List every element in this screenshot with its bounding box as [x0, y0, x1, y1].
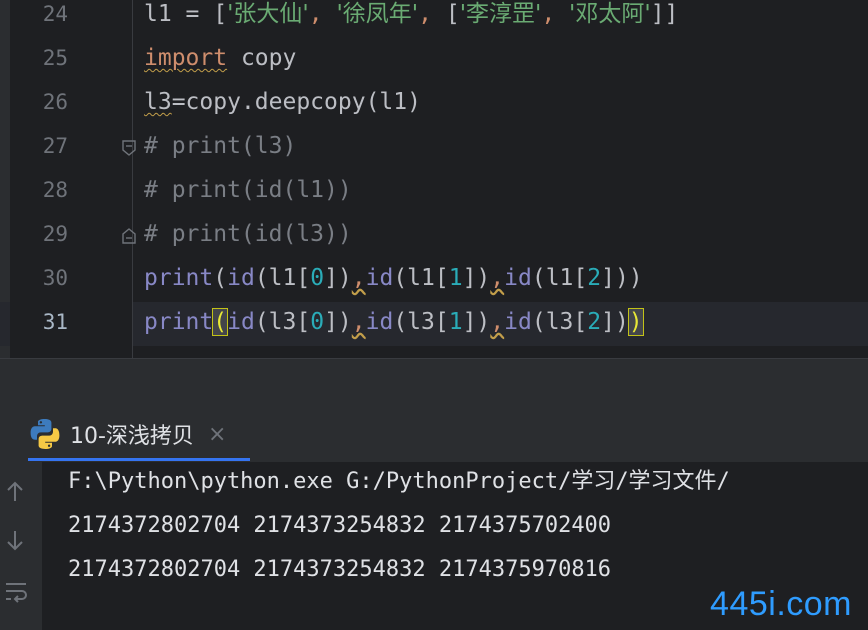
line-number: 30	[42, 266, 68, 290]
code-line-29: # print(id(l3))	[144, 221, 352, 247]
bracket-token: ]]	[650, 1, 679, 27]
line-number: 25	[42, 46, 68, 70]
variable-token: l3	[144, 89, 172, 115]
line-number: 27	[42, 134, 68, 158]
console-output-line: 2174372802704 2174373254832 217437597081…	[68, 557, 612, 582]
line-number-current: 31	[42, 310, 68, 334]
builtin-token: print	[144, 265, 214, 291]
builtin-token: id	[227, 265, 255, 291]
paren-token: ])	[601, 309, 629, 335]
index-expr-token: (l1[	[531, 265, 588, 291]
number-token: 0	[310, 265, 325, 291]
builtin-token: id	[504, 309, 532, 335]
index-expr-token: (l3[	[254, 309, 311, 335]
paren-token: ])	[324, 265, 352, 291]
number-token: 2	[587, 309, 602, 335]
code-line-26: l3=copy.deepcopy(l1)	[144, 84, 421, 128]
string-token: '邓太阿'	[569, 1, 651, 27]
paren-token: ])	[324, 309, 352, 335]
builtin-token: id	[227, 309, 255, 335]
arrow-down-icon[interactable]	[4, 528, 26, 554]
string-token: '张大仙'	[227, 1, 309, 27]
soft-wrap-icon[interactable]	[4, 580, 27, 606]
line-number: 28	[42, 178, 68, 202]
builtin-token: id	[365, 309, 394, 335]
code-line-24: l1 = ['张大仙', '徐凤年', ['李淳罡', '邓太阿']]	[144, 0, 678, 40]
bracket-token: [	[445, 1, 460, 27]
panel-splitter[interactable]	[0, 358, 868, 407]
line-number: 29	[42, 222, 68, 246]
indent-guide	[132, 0, 133, 358]
fold-start-icon[interactable]	[122, 140, 136, 156]
paren-token: ])	[462, 265, 491, 291]
expression-token: =copy.deepcopy(l1)	[171, 89, 421, 115]
run-tab-label: 10-深浅拷贝	[70, 424, 194, 449]
watermark: 445i.com	[710, 585, 852, 623]
builtin-token: id	[365, 265, 394, 291]
line-number: 24	[42, 2, 68, 26]
bracket-token: [	[213, 1, 228, 27]
index-expr-token: (l1[	[393, 265, 449, 291]
line-number: 26	[42, 90, 68, 114]
comma-token: ,	[541, 1, 570, 27]
run-tab[interactable]: 10-深浅拷贝 ×	[28, 406, 226, 462]
comma-token: ,	[308, 1, 337, 27]
code-line-30: print(id(l1[0]),id(l1[1]),id(l1[2]))	[144, 260, 643, 304]
comma-token: ,	[351, 265, 366, 291]
python-icon	[28, 417, 62, 451]
index-expr-token: (l3[	[531, 309, 588, 335]
console-toolbar	[0, 462, 42, 630]
console-output-line: 2174372802704 2174373254832 217437570240…	[68, 513, 612, 538]
string-token: '李淳罡'	[459, 1, 542, 27]
paren-token: ])	[462, 309, 491, 335]
close-icon[interactable]: ×	[208, 422, 226, 447]
number-token: 2	[587, 265, 602, 291]
arrow-up-icon[interactable]	[4, 480, 26, 506]
active-tab-indicator	[28, 458, 250, 461]
code-editor[interactable]: 24 25 26 27 28 29 30 31 l1 = ['张大仙', '徐凤…	[0, 0, 868, 358]
builtin-token: print	[144, 309, 214, 335]
fold-end-icon[interactable]	[122, 228, 136, 244]
keyword-token: import	[144, 45, 228, 71]
console-command-line: F:\Python\python.exe G:/PythonProject/学习…	[68, 469, 730, 494]
builtin-token: id	[504, 265, 532, 291]
index-expr-token: (l1[	[254, 265, 311, 291]
line-number-gutter[interactable]: 24 25 26 27 28 29 30 31	[10, 0, 132, 358]
code-line-27: # print(l3)	[144, 133, 297, 159]
comma-token: ,	[418, 1, 446, 27]
index-expr-token: (l3[	[393, 309, 449, 335]
number-token: 0	[310, 309, 325, 335]
code-line-25: import copy	[144, 40, 296, 84]
comma-token: ,	[351, 309, 366, 335]
string-token: '徐凤年'	[336, 1, 419, 27]
code-line-28: # print(id(l1))	[144, 177, 352, 203]
number-token: 1	[448, 309, 463, 335]
matched-bracket: )	[627, 308, 644, 336]
comma-token: ,	[490, 309, 505, 335]
number-token: 1	[448, 265, 463, 291]
matched-bracket: (	[212, 308, 229, 336]
paren-token: ]))	[601, 265, 643, 291]
operator-token: =	[171, 1, 214, 27]
comma-token: ,	[490, 265, 505, 291]
variable-token: l1	[144, 1, 172, 27]
code-line-31: print(id(l3[0]),id(l3[1]),id(l3[2]))	[144, 304, 644, 348]
module-token: copy	[227, 45, 297, 71]
paren-token: (	[213, 265, 228, 291]
